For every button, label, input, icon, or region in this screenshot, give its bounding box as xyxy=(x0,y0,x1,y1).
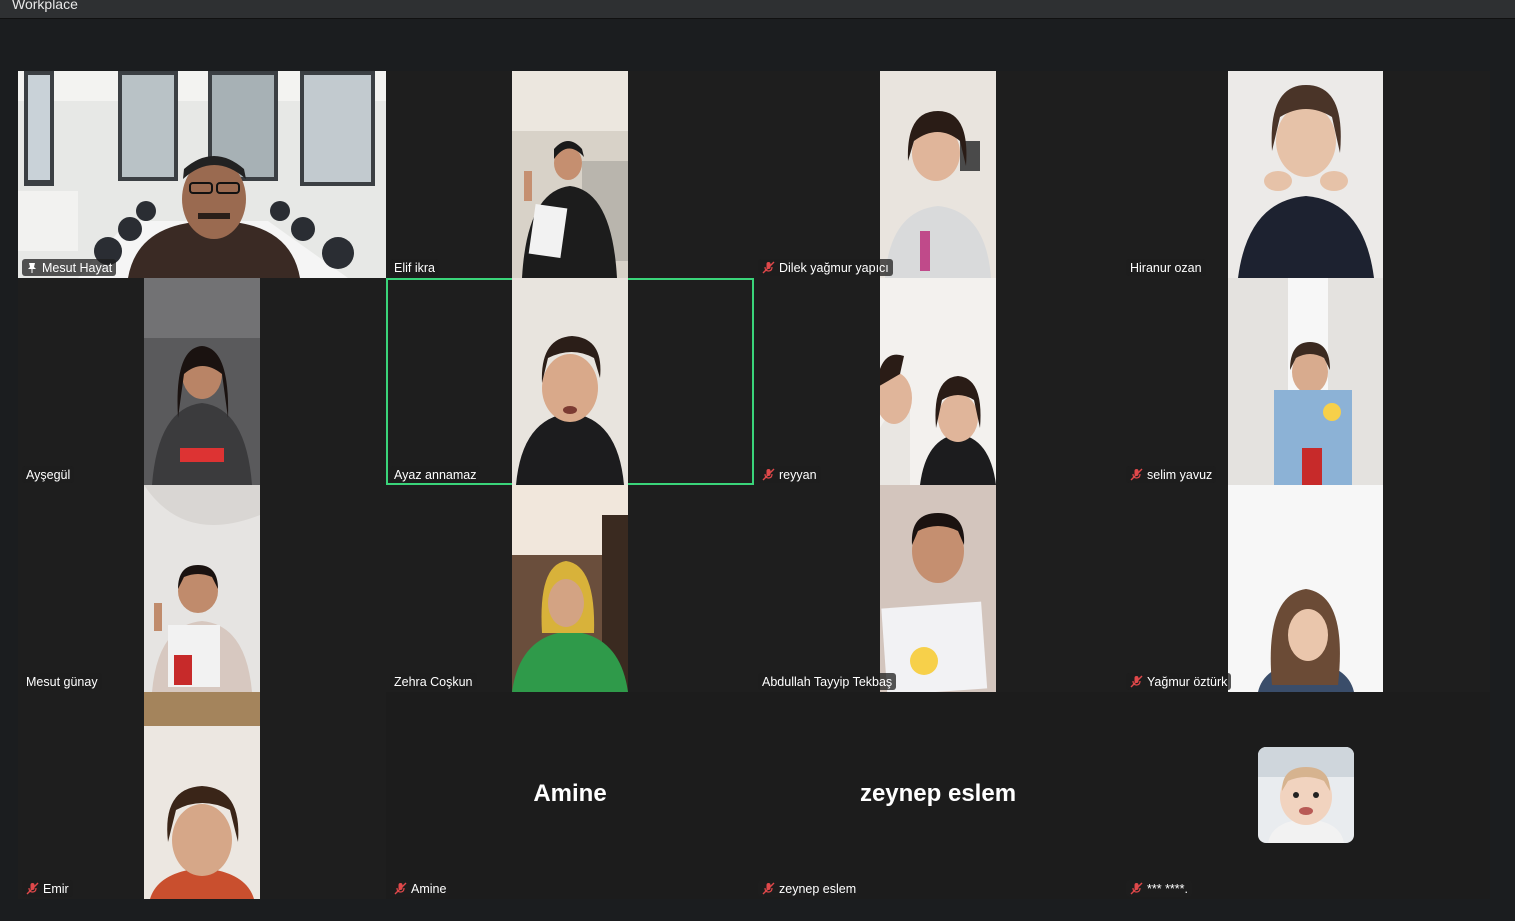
participant-tile-anonymous[interactable]: *** ****. xyxy=(1122,692,1490,899)
muted-mic-icon xyxy=(394,882,407,895)
participant-video xyxy=(512,485,628,692)
participant-video xyxy=(1228,485,1383,692)
participant-name-tag: Abdullah Tayyip Tekbaş xyxy=(758,673,897,690)
muted-mic-icon xyxy=(1130,675,1143,688)
muted-mic-icon xyxy=(1130,468,1143,481)
participant-grid: Mesut Hayat Elif ikra Dilek yağmur yapıc… xyxy=(18,71,1490,899)
participant-name-tag: selim yavuz xyxy=(1126,466,1217,483)
participant-video xyxy=(880,485,996,692)
participant-name: Zehra Coşkun xyxy=(394,674,473,689)
participant-name-tag: Amine xyxy=(390,880,451,897)
participant-name-tag: Emir xyxy=(22,880,73,897)
participant-video xyxy=(144,278,260,485)
participant-name-tag: *** ****. xyxy=(1126,880,1192,897)
participant-name: *** ****. xyxy=(1147,881,1188,896)
participant-tile-yagmur-ozturk[interactable]: Yağmur öztürk xyxy=(1122,485,1490,692)
participant-name: Abdullah Tayyip Tekbaş xyxy=(762,674,893,689)
participant-tile-aysegul[interactable]: Ayşegül xyxy=(18,278,386,485)
participant-tile-zeynep-eslem[interactable]: zeynep eslem zeynep eslem xyxy=(754,692,1122,899)
participant-name: Dilek yağmur yapıcı xyxy=(779,260,889,275)
participant-name-tag: Ayaz annamaz xyxy=(390,466,481,483)
participant-name-tag: Elif ikra xyxy=(390,259,439,276)
participant-name: selim yavuz xyxy=(1147,467,1213,482)
participant-tile-amine[interactable]: Amine Amine xyxy=(386,692,754,899)
participant-video xyxy=(144,485,260,692)
participant-tile-ayaz-annamaz[interactable]: Ayaz annamaz xyxy=(386,278,754,485)
participant-video xyxy=(512,278,628,485)
participant-tile-elif-ikra[interactable]: Elif ikra xyxy=(386,71,754,278)
muted-mic-icon xyxy=(1130,882,1143,895)
participant-name: zeynep eslem xyxy=(779,881,857,896)
participant-tile-hiranur-ozan[interactable]: Hiranur ozan xyxy=(1122,71,1490,278)
participant-placeholder-name: Amine xyxy=(533,780,607,807)
participant-video xyxy=(880,71,996,278)
participant-placeholder-name: zeynep eslem xyxy=(859,780,1017,807)
participant-video xyxy=(18,71,386,278)
participant-tile-zehra-coskun[interactable]: Zehra Coşkun xyxy=(386,485,754,692)
participant-name: reyyan xyxy=(779,467,817,482)
participant-name: Ayşegül xyxy=(26,467,71,482)
participant-tile-selim-yavuz[interactable]: selim yavuz xyxy=(1122,278,1490,485)
participant-tile-mesut-hayat[interactable]: Mesut Hayat xyxy=(18,71,386,278)
participant-name-tag: Mesut günay xyxy=(22,673,102,690)
participant-name-tag: Yağmur öztürk xyxy=(1126,673,1232,690)
muted-mic-icon xyxy=(26,882,39,895)
participant-name-tag: Ayşegül xyxy=(22,466,75,483)
participant-name: Mesut günay xyxy=(26,674,98,689)
participant-video xyxy=(1228,71,1383,278)
window-title: Workplace xyxy=(12,0,78,12)
participant-name-tag: zeynep eslem xyxy=(758,880,861,897)
participant-video xyxy=(1228,278,1383,485)
participant-video xyxy=(512,71,628,278)
muted-mic-icon xyxy=(762,882,775,895)
participant-name: Amine xyxy=(411,881,447,896)
pin-icon xyxy=(28,262,36,273)
participant-name-tag: Hiranur ozan xyxy=(1126,259,1206,276)
participant-tile-dilek-yagmur-yapici[interactable]: Dilek yağmur yapıcı xyxy=(754,71,1122,278)
participant-tile-reyyan[interactable]: reyyan xyxy=(754,278,1122,485)
profile-avatar xyxy=(1258,747,1354,843)
participant-name-tag: Dilek yağmur yapıcı xyxy=(758,259,893,276)
participant-name: Mesut Hayat xyxy=(42,260,113,275)
participant-video xyxy=(144,692,260,899)
participant-name: Yağmur öztürk xyxy=(1147,674,1228,689)
participant-name: Ayaz annamaz xyxy=(394,467,477,482)
muted-mic-icon xyxy=(762,261,775,274)
title-bar: Workplace xyxy=(0,0,1515,19)
participant-name: Elif ikra xyxy=(394,260,435,275)
participant-name-tag: Mesut Hayat xyxy=(22,259,117,276)
participant-name: Hiranur ozan xyxy=(1130,260,1202,275)
participant-tile-emir[interactable]: Emir xyxy=(18,692,386,899)
participant-name-tag: Zehra Coşkun xyxy=(390,673,477,690)
participant-name: Emir xyxy=(43,881,69,896)
participant-tile-abdullah-tayyip-tekbas[interactable]: Abdullah Tayyip Tekbaş xyxy=(754,485,1122,692)
participant-name-tag: reyyan xyxy=(758,466,821,483)
participant-video xyxy=(880,278,996,485)
muted-mic-icon xyxy=(762,468,775,481)
participant-tile-mesut-gunay[interactable]: Mesut günay xyxy=(18,485,386,692)
